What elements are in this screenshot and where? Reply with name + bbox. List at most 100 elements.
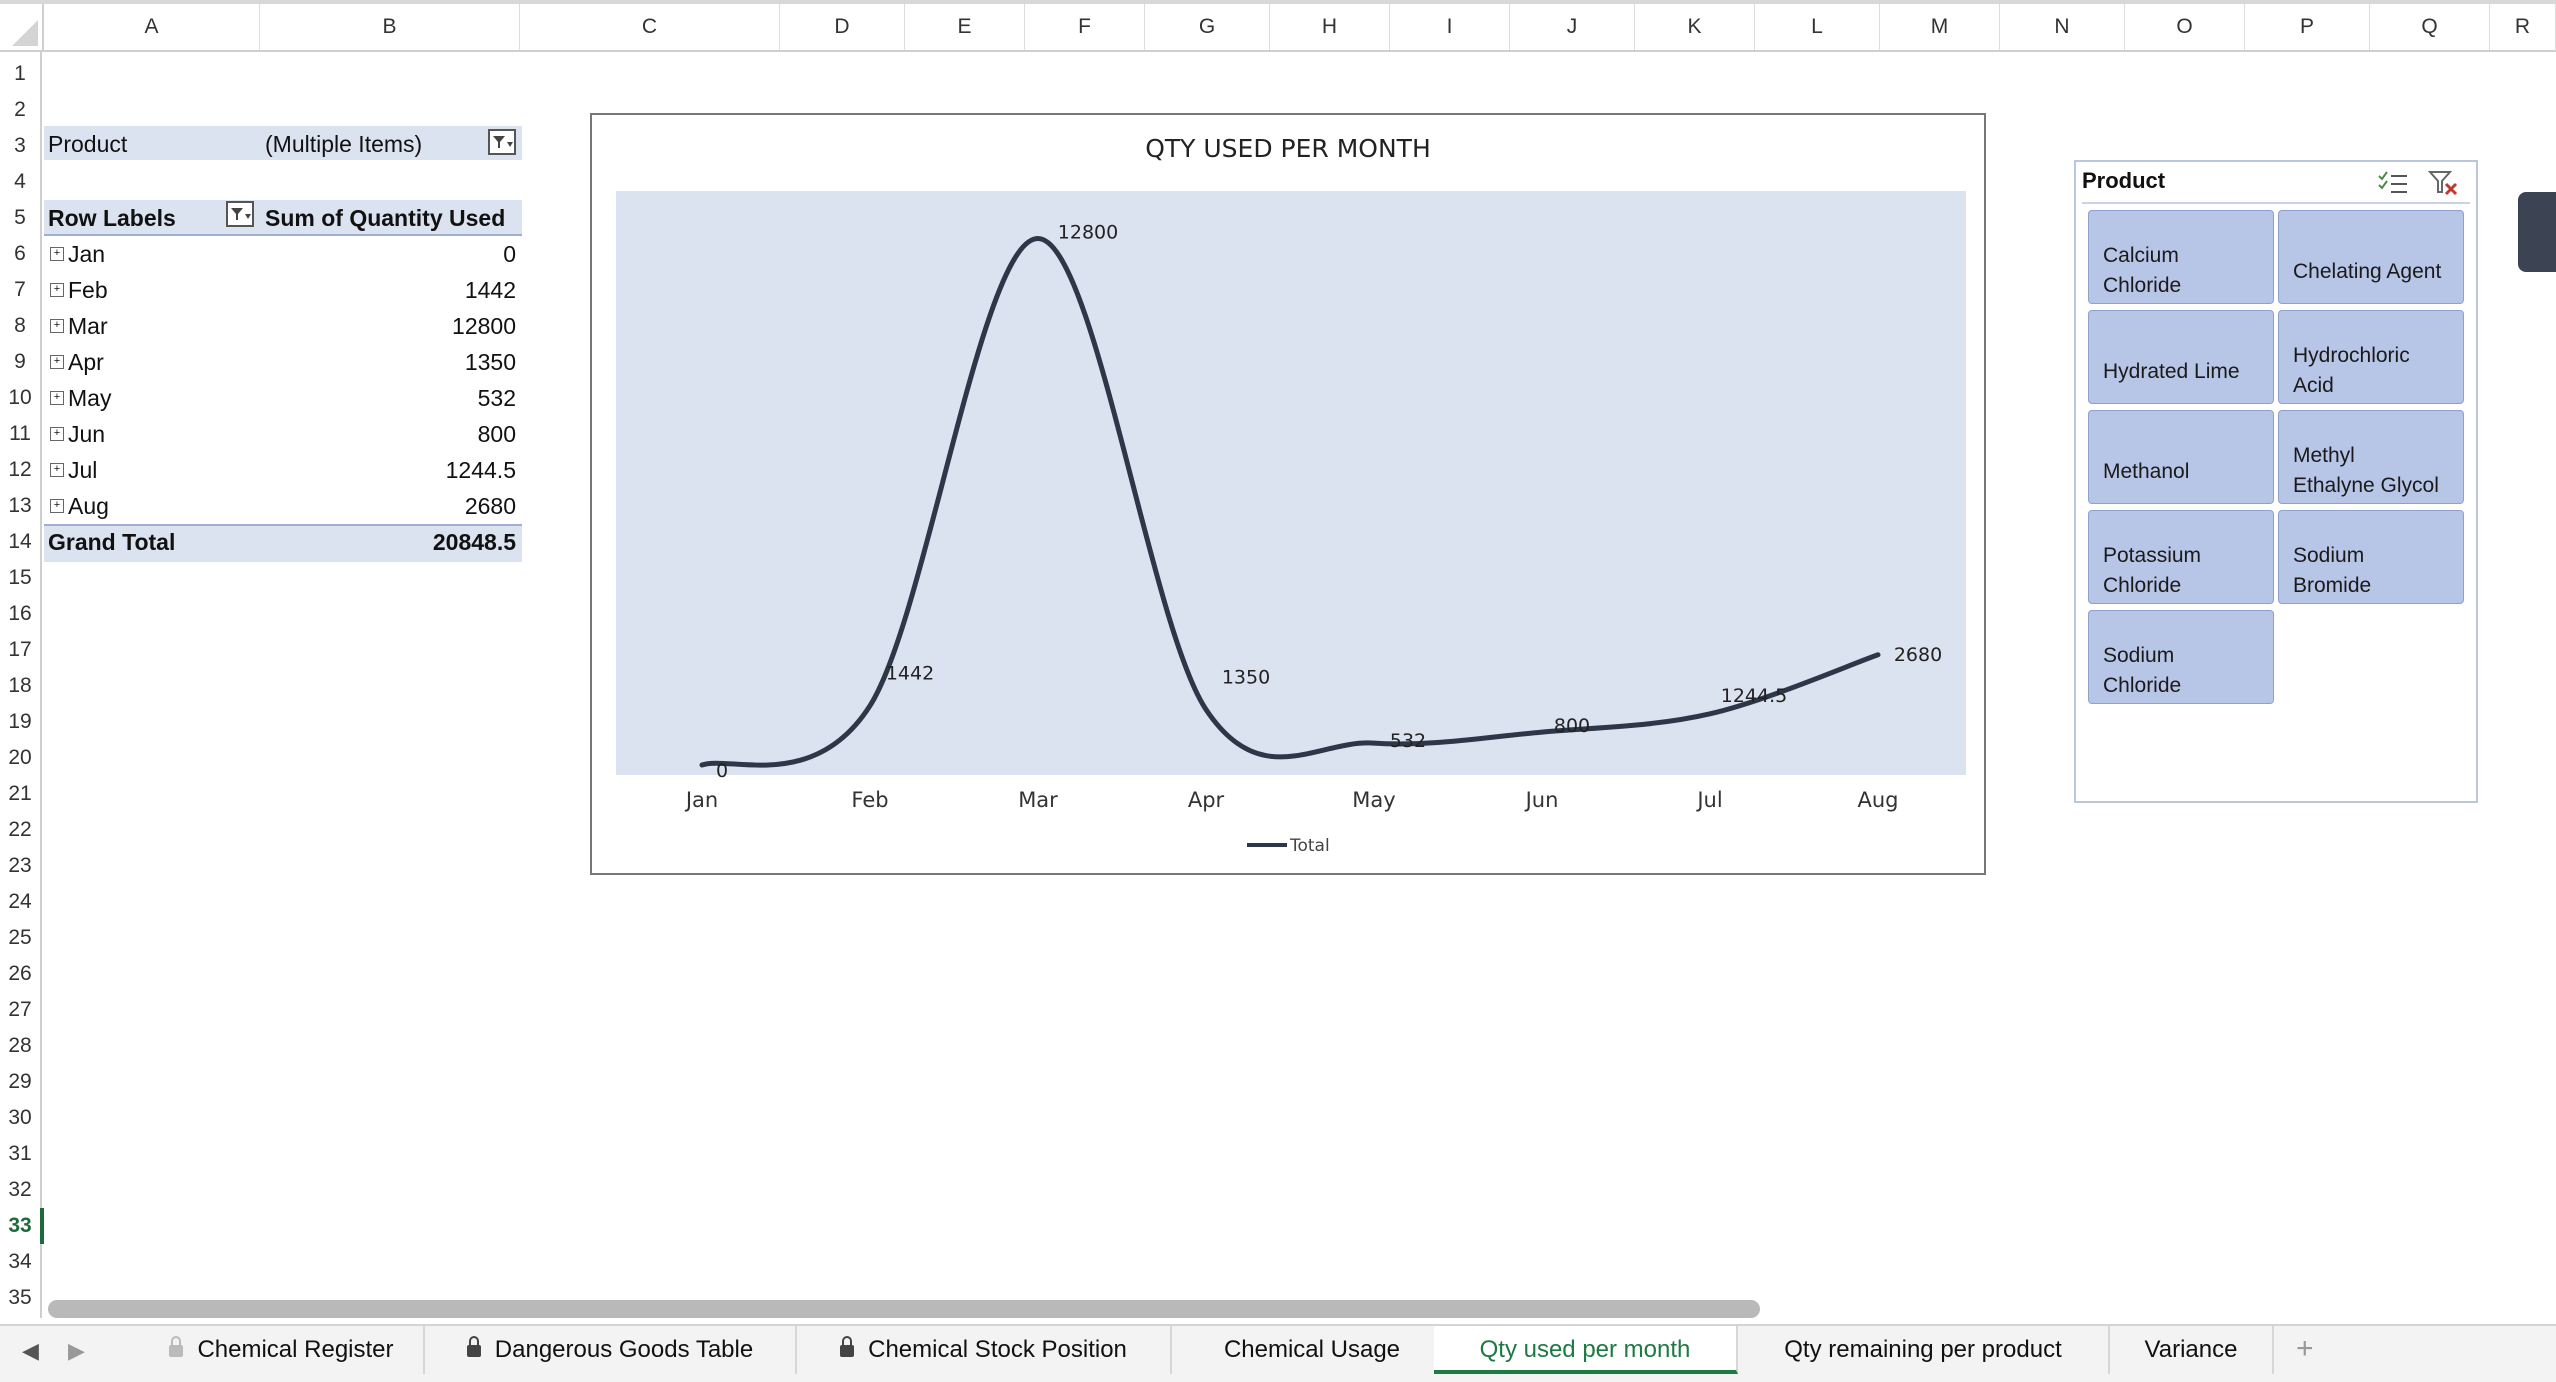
slicer-item[interactable]: Sodium Chloride (2088, 610, 2274, 704)
row-labels-filter-button[interactable] (226, 201, 254, 227)
row-header-21[interactable]: 21 (0, 776, 40, 812)
sheet-tab[interactable]: Chemical Register (140, 1326, 425, 1374)
clear-filter-icon[interactable] (2428, 168, 2460, 196)
pivot-row-label[interactable]: + Mar (50, 308, 108, 344)
sheet-tab[interactable]: Chemical Stock Position (797, 1326, 1172, 1374)
sheet-tab[interactable]: Qty used per month (1434, 1326, 1738, 1374)
row-header-32[interactable]: 32 (0, 1172, 40, 1208)
row-header-13[interactable]: 13 (0, 488, 40, 524)
sheet-tab[interactable]: Variance (2110, 1326, 2274, 1374)
row-header-5[interactable]: 5 (0, 200, 40, 236)
side-panel-handle[interactable] (2518, 192, 2556, 272)
row-header-34[interactable]: 34 (0, 1244, 40, 1280)
pivot-row-label[interactable]: + Jul (50, 452, 97, 488)
row-header-16[interactable]: 16 (0, 596, 40, 632)
row-header-27[interactable]: 27 (0, 992, 40, 1028)
slicer-item-label: Hydrochloric (2293, 344, 2410, 367)
column-header-q[interactable]: Q (2370, 4, 2490, 50)
column-header-p[interactable]: P (2245, 4, 2370, 50)
row-header-28[interactable]: 28 (0, 1028, 40, 1064)
pivot-filter-button[interactable] (488, 129, 516, 155)
chart-title: QTY USED PER MONTH (1145, 134, 1431, 163)
row-header-2[interactable]: 2 (0, 92, 40, 128)
column-header-d[interactable]: D (780, 4, 905, 50)
row-header-3[interactable]: 3 (0, 128, 40, 164)
expand-icon[interactable]: + (50, 462, 64, 477)
sheet-tab-label: Chemical Usage (1223, 1336, 1401, 1363)
expand-icon[interactable]: + (50, 498, 64, 513)
tab-prev-icon[interactable]: ◀ (22, 1338, 39, 1364)
pivot-row-label[interactable]: + Feb (50, 272, 108, 308)
slicer-item[interactable]: Hydrated Lime (2088, 310, 2274, 404)
row-header-10[interactable]: 10 (0, 380, 40, 416)
sheet-tab[interactable]: Chemical Usage (1172, 1326, 1454, 1374)
row-header-30[interactable]: 30 (0, 1100, 40, 1136)
column-header-l[interactable]: L (1755, 4, 1880, 50)
row-header-14[interactable]: 14 (0, 524, 40, 560)
slicer-item[interactable]: Potassium Chloride (2088, 510, 2274, 604)
row-header-26[interactable]: 26 (0, 956, 40, 992)
column-header-j[interactable]: J (1510, 4, 1635, 50)
column-header-f[interactable]: F (1025, 4, 1145, 50)
row-header-15[interactable]: 15 (0, 560, 40, 596)
row-header-7[interactable]: 7 (0, 272, 40, 308)
slicer-item[interactable]: Calcium Chloride (2088, 210, 2274, 304)
add-sheet-icon[interactable]: + (2296, 1332, 2314, 1366)
column-header-n[interactable]: N (2000, 4, 2125, 50)
multi-select-icon[interactable] (2376, 168, 2410, 196)
row-header-17[interactable]: 17 (0, 632, 40, 668)
row-header-12[interactable]: 12 (0, 452, 40, 488)
column-header-k[interactable]: K (1635, 4, 1755, 50)
column-header-a[interactable]: A (44, 4, 260, 50)
column-header-o[interactable]: O (2125, 4, 2245, 50)
column-header-c[interactable]: C (520, 4, 780, 50)
column-header-g[interactable]: G (1145, 4, 1270, 50)
expand-icon[interactable]: + (50, 282, 64, 297)
row-header-29[interactable]: 29 (0, 1064, 40, 1100)
pivot-row-label[interactable]: + Apr (50, 344, 104, 380)
row-header-23[interactable]: 23 (0, 848, 40, 884)
select-all-corner[interactable] (0, 4, 44, 50)
sheet-tab[interactable]: Qty remaining per product (1738, 1326, 2110, 1374)
slicer-item[interactable]: Methyl Ethalyne Glycol (2278, 410, 2464, 504)
column-header-h[interactable]: H (1270, 4, 1390, 50)
slicer-item[interactable]: Hydrochloric Acid (2278, 310, 2464, 404)
expand-icon[interactable]: + (50, 354, 64, 369)
pivot-row-label[interactable]: + Aug (50, 488, 109, 524)
expand-icon[interactable]: + (50, 318, 64, 333)
slicer-item[interactable]: Methanol (2088, 410, 2274, 504)
pivot-row-label[interactable]: + Jun (50, 416, 105, 452)
row-header-18[interactable]: 18 (0, 668, 40, 704)
pivot-row-label[interactable]: + Jan (50, 236, 105, 272)
column-header-m[interactable]: M (1880, 4, 2000, 50)
row-header-35[interactable]: 35 (0, 1280, 40, 1316)
sheet-tab[interactable]: Dangerous Goods Table (425, 1326, 797, 1374)
column-header-i[interactable]: I (1390, 4, 1510, 50)
tab-next-icon[interactable]: ▶ (68, 1338, 85, 1364)
row-header-25[interactable]: 25 (0, 920, 40, 956)
column-header-b[interactable]: B (260, 4, 520, 50)
row-header-9[interactable]: 9 (0, 344, 40, 380)
row-header-4[interactable]: 4 (0, 164, 40, 200)
row-header-6[interactable]: 6 (0, 236, 40, 272)
expand-icon[interactable]: + (50, 246, 64, 261)
row-header-22[interactable]: 22 (0, 812, 40, 848)
row-header-1[interactable]: 1 (0, 56, 40, 92)
row-header-19[interactable]: 19 (0, 704, 40, 740)
product-slicer[interactable]: Product Calcium Chloride Chelating Agent Hy… (2074, 160, 2478, 803)
slicer-item[interactable]: Chelating Agent (2278, 210, 2464, 304)
expand-icon[interactable]: + (50, 390, 64, 405)
row-header-8[interactable]: 8 (0, 308, 40, 344)
row-header-31[interactable]: 31 (0, 1136, 40, 1172)
row-header-24[interactable]: 24 (0, 884, 40, 920)
slicer-item[interactable]: Sodium Bromide (2278, 510, 2464, 604)
row-header-20[interactable]: 20 (0, 740, 40, 776)
row-header-11[interactable]: 11 (0, 416, 40, 452)
row-header-33[interactable]: 33 (0, 1208, 44, 1244)
column-header-r[interactable]: R (2490, 4, 2556, 50)
horizontal-scrollbar[interactable] (48, 1300, 1760, 1318)
pivot-row-label[interactable]: + May (50, 380, 111, 416)
column-header-e[interactable]: E (905, 4, 1025, 50)
qty-used-chart[interactable]: QTY USED PER MONTH Jan Feb Mar Apr May Jun Jul A… (590, 113, 1986, 875)
expand-icon[interactable]: + (50, 426, 64, 441)
